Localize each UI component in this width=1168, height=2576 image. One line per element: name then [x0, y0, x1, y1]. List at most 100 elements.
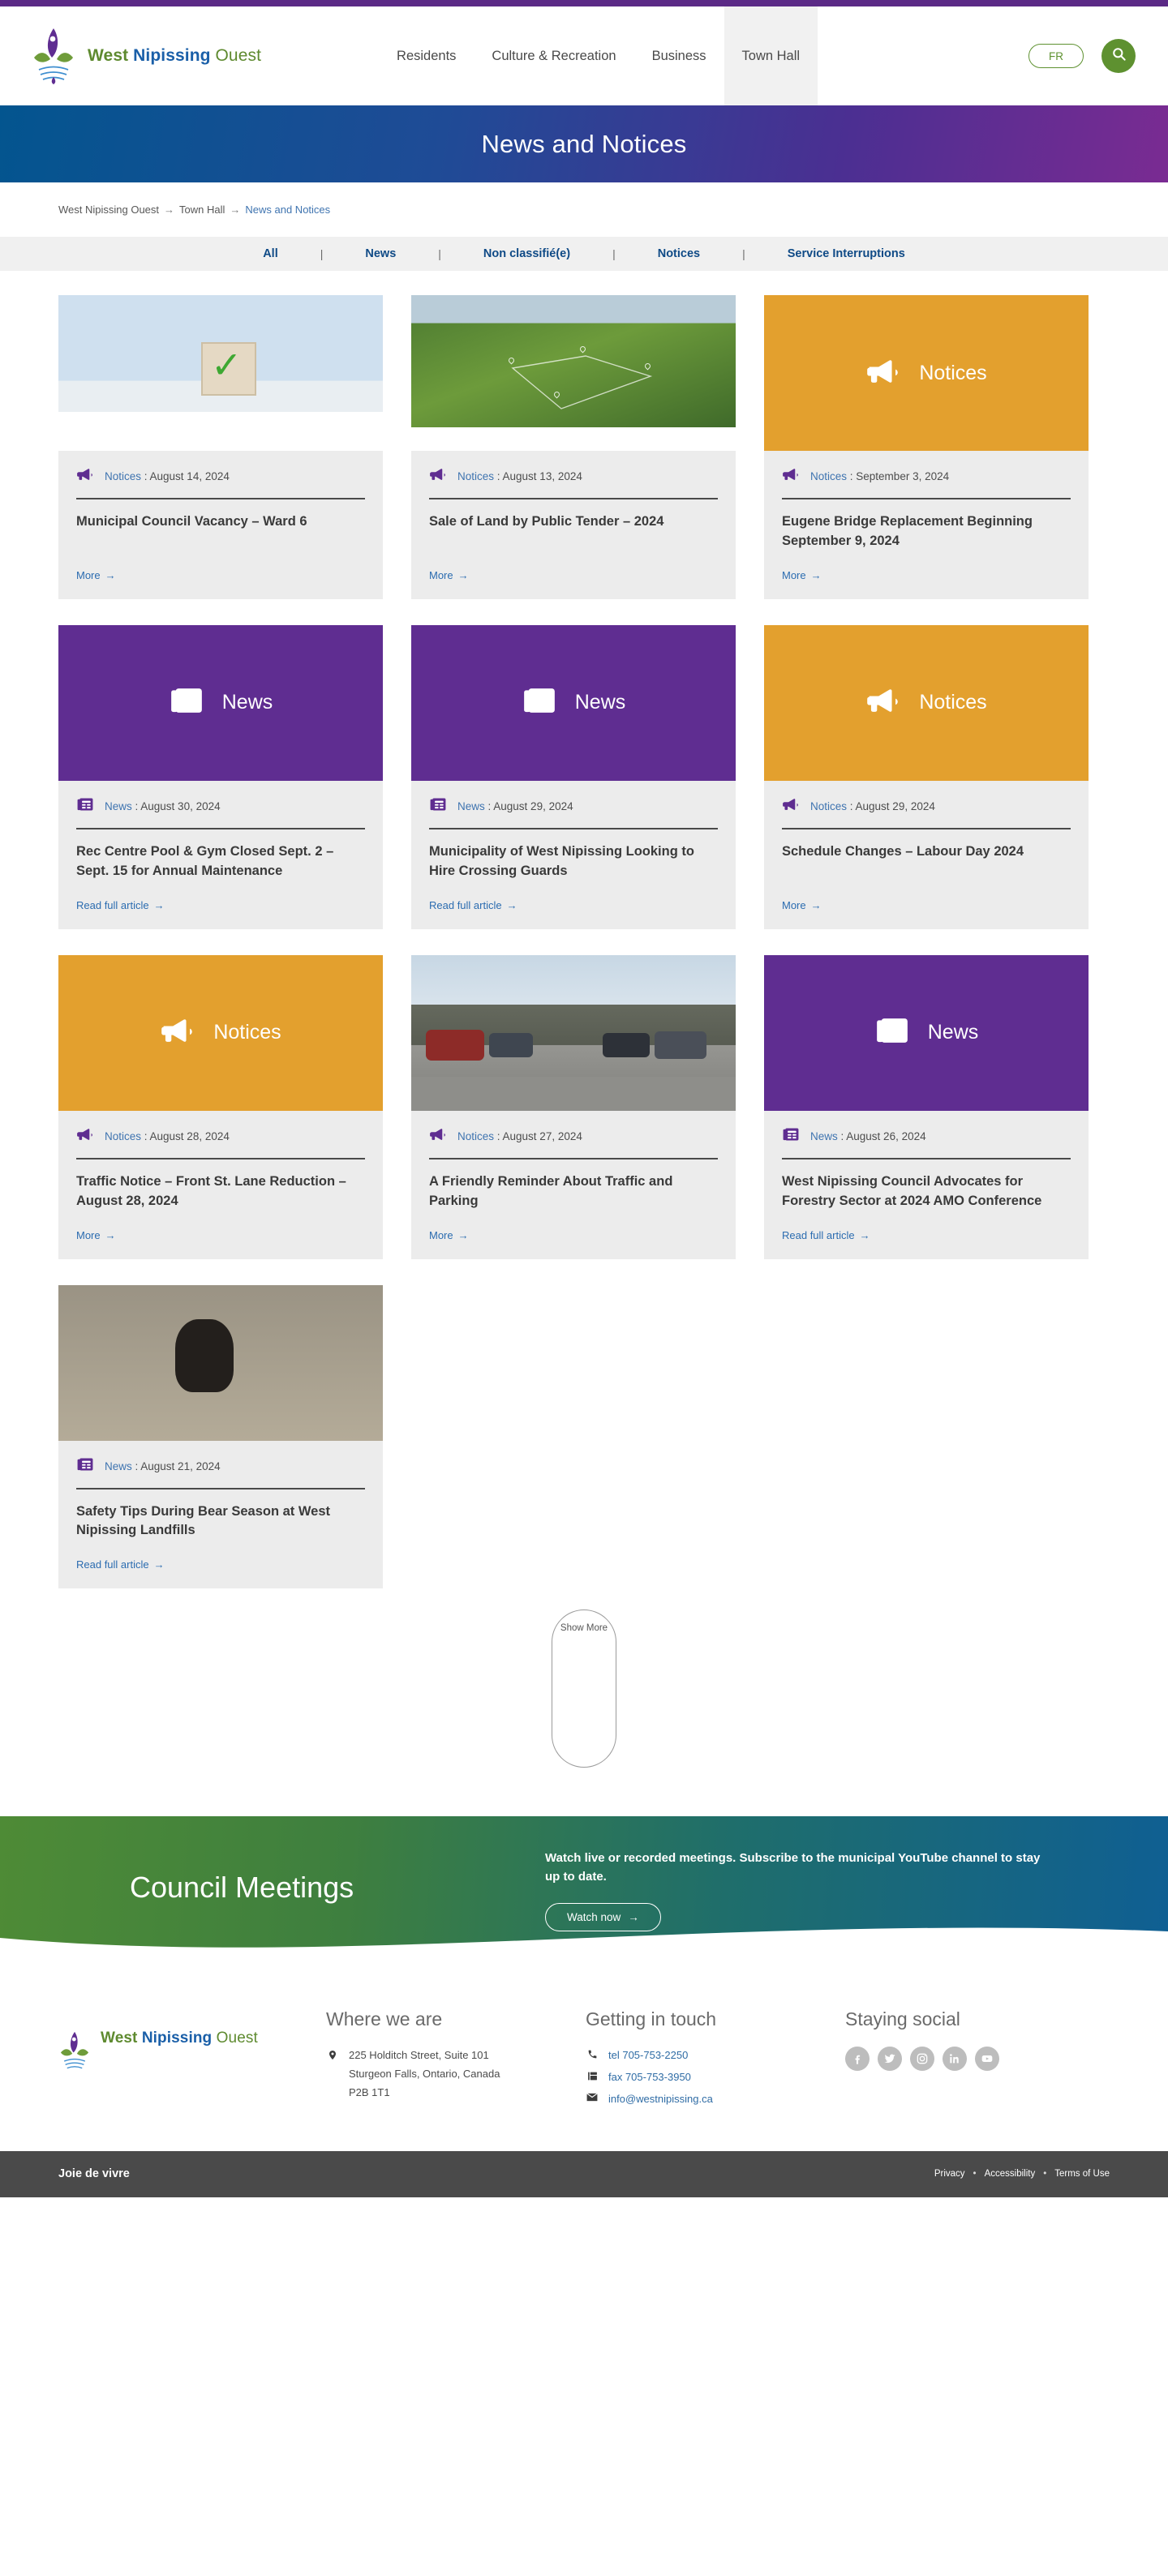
nav-item-business[interactable]: Business — [634, 6, 724, 105]
news-card[interactable]: News News : August 30, 2024 Rec Centre P… — [58, 624, 383, 929]
logo-word-west: West — [88, 46, 129, 65]
card-meta: Notices : August 13, 2024 — [429, 465, 718, 498]
page-title: News and Notices — [481, 129, 687, 158]
card-image: ✓ — [58, 295, 383, 451]
footer-heading-social: Staying social — [845, 2008, 960, 2030]
card-date: August 29, 2024 — [493, 799, 573, 812]
card-meta: News : August 21, 2024 — [76, 1455, 365, 1488]
card-meta-separator: : — [494, 1129, 503, 1142]
card-banner-label: News — [221, 691, 273, 714]
news-card[interactable]: Notices : August 13, 2024 Sale of Land b… — [411, 295, 736, 599]
card-divider — [429, 1157, 718, 1159]
show-more-button[interactable]: Show More — [552, 1609, 616, 1768]
arrow-right-icon: → — [506, 898, 517, 911]
card-read-more-link[interactable]: More → — [429, 551, 718, 581]
photo-street-parking — [411, 954, 736, 1111]
card-divider — [76, 498, 365, 499]
card-read-more-link[interactable]: Read full article → — [76, 881, 365, 911]
card-body: Notices : September 3, 2024 Eugene Bridg… — [764, 451, 1089, 599]
card-read-more-link[interactable]: More → — [782, 551, 1071, 581]
card-category[interactable]: News — [457, 800, 485, 812]
site-footer: West Nipissing Ouest Where we are 225 Ho… — [0, 1958, 1168, 2151]
card-divider — [429, 827, 718, 829]
card-title: A Friendly Reminder About Traffic and Pa… — [429, 1173, 673, 1208]
card-link-label: Read full article — [429, 898, 502, 911]
card-meta: Notices : August 14, 2024 — [76, 465, 365, 498]
megaphone-icon — [429, 465, 447, 487]
news-card[interactable]: Notices Notices : September 3, 2024 Euge… — [764, 295, 1089, 599]
card-category[interactable]: Notices — [457, 470, 494, 482]
footer-email-link[interactable]: info@westnipissing.ca — [608, 2090, 713, 2109]
megaphone-icon — [865, 354, 901, 393]
footer-bottom-bar: Joie de vivre Privacy • Accessibility • … — [0, 2150, 1168, 2197]
card-read-more-link[interactable]: Read full article → — [782, 1211, 1071, 1241]
news-card[interactable]: ✓ Notices : August 14, 2024 Municipal Co… — [58, 295, 383, 599]
news-card[interactable]: Notices Notices : August 29, 2024 Schedu… — [764, 624, 1089, 929]
facebook-icon[interactable] — [845, 2047, 870, 2072]
arrow-right-icon: → — [859, 1228, 870, 1241]
card-meta-separator: : — [847, 470, 857, 482]
link-privacy[interactable]: Privacy — [934, 2169, 965, 2179]
card-category[interactable]: Notices — [810, 470, 847, 482]
card-read-more-link[interactable]: More → — [76, 1211, 365, 1241]
card-category[interactable]: Notices — [457, 1130, 494, 1142]
twitter-icon[interactable] — [878, 2047, 902, 2072]
nav-item-town-hall[interactable]: Town Hall — [724, 6, 818, 105]
breadcrumb-item-town-hall[interactable]: Town Hall — [179, 204, 225, 216]
card-banner: News — [411, 624, 736, 781]
filter-notices[interactable]: Notices — [616, 247, 742, 260]
news-card[interactable]: News : August 21, 2024 Safety Tips Durin… — [58, 1284, 383, 1589]
card-category[interactable]: News — [105, 800, 132, 812]
card-read-more-link[interactable]: Read full article → — [76, 1541, 365, 1571]
card-read-more-link[interactable]: More → — [76, 551, 365, 581]
search-icon — [1111, 46, 1127, 66]
card-meta: Notices : August 27, 2024 — [429, 1125, 718, 1158]
card-date: August 28, 2024 — [149, 1129, 230, 1142]
card-category[interactable]: Notices — [810, 800, 847, 812]
card-banner: News — [58, 624, 383, 781]
card-title: Eugene Bridge Replacement Beginning Sept… — [782, 514, 1033, 548]
footer-phone-link[interactable]: tel 705-753-2250 — [608, 2047, 688, 2065]
nav-item-residents[interactable]: Residents — [379, 6, 474, 105]
card-date: August 26, 2024 — [846, 1129, 926, 1142]
card-category[interactable]: News — [810, 1130, 838, 1142]
card-category[interactable]: Notices — [105, 1130, 141, 1142]
arrow-right-icon: → — [105, 568, 116, 581]
link-accessibility[interactable]: Accessibility — [985, 2169, 1036, 2179]
site-logo[interactable]: West Nipissing Ouest — [31, 25, 261, 87]
address-line-2: Sturgeon Falls, Ontario, Canada — [349, 2068, 500, 2081]
footer-email-row: info@westnipissing.ca — [586, 2090, 845, 2109]
nav-item-culture-recreation[interactable]: Culture & Recreation — [474, 6, 633, 105]
card-meta-text: News : August 30, 2024 — [105, 800, 221, 812]
news-card[interactable]: Notices : August 27, 2024 A Friendly Rem… — [411, 954, 736, 1259]
link-terms-of-use[interactable]: Terms of Use — [1054, 2169, 1110, 2179]
card-divider — [782, 827, 1071, 829]
card-category[interactable]: News — [105, 1460, 132, 1472]
instagram-icon[interactable] — [910, 2047, 934, 2072]
news-card[interactable]: Notices Notices : August 28, 2024 Traffi… — [58, 954, 383, 1259]
news-card[interactable]: News News : August 26, 2024 West Nipissi… — [764, 954, 1089, 1259]
filter-service-interruptions[interactable]: Service Interruptions — [745, 247, 947, 260]
youtube-icon[interactable] — [975, 2047, 999, 2072]
site-header: West Nipissing Ouest Residents Culture &… — [0, 6, 1168, 105]
card-category[interactable]: Notices — [105, 470, 141, 482]
footer-fax-link[interactable]: fax 705-753-3950 — [608, 2068, 691, 2087]
news-card[interactable]: News News : August 29, 2024 Municipality… — [411, 624, 736, 929]
filter-news[interactable]: News — [323, 247, 438, 260]
footer-fax-row: fax 705-753-3950 — [586, 2068, 845, 2087]
breadcrumb-item-home[interactable]: West Nipissing Ouest — [58, 204, 159, 216]
filter-non-classifie[interactable]: Non classifié(e) — [441, 247, 612, 260]
card-meta-text: News : August 29, 2024 — [457, 800, 573, 812]
footer-word-nipissing: Nipissing — [141, 2030, 213, 2047]
search-button[interactable] — [1101, 39, 1136, 73]
language-toggle-fr[interactable]: FR — [1028, 44, 1084, 68]
arrow-right-icon: → — [810, 568, 822, 581]
linkedin-icon[interactable] — [943, 2047, 967, 2072]
filter-all[interactable]: All — [221, 247, 320, 260]
card-link-label: More — [76, 568, 101, 581]
footer-logo[interactable]: West Nipissing Ouest — [58, 2008, 326, 2111]
card-meta-text: News : August 26, 2024 — [810, 1130, 926, 1142]
card-read-more-link[interactable]: Read full article → — [429, 881, 718, 911]
card-read-more-link[interactable]: More → — [782, 881, 1071, 911]
card-read-more-link[interactable]: More → — [429, 1211, 718, 1241]
